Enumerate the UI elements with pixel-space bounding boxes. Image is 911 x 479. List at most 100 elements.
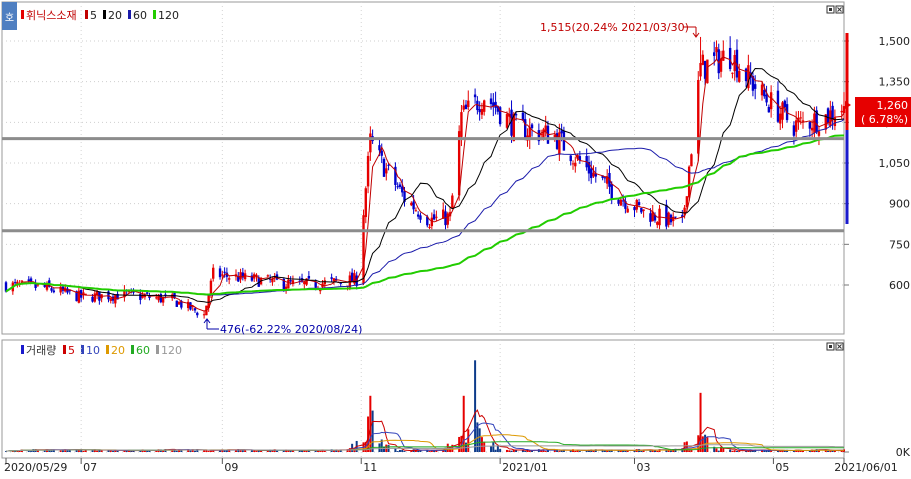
candle-body xyxy=(91,296,94,302)
high-annotation-label: 1,515(20.24% 2021/03/30) xyxy=(540,21,689,34)
legend-label-ma60: 60 xyxy=(133,9,147,22)
volume-bar xyxy=(733,450,736,452)
candle-body xyxy=(842,106,846,114)
candle-body xyxy=(731,72,734,74)
candle-body xyxy=(410,202,413,206)
candle-body xyxy=(656,222,659,225)
candle-body xyxy=(196,312,199,316)
candle-body xyxy=(66,288,69,293)
volume-bar xyxy=(467,429,470,452)
candle-body xyxy=(817,131,821,136)
volume-bar xyxy=(560,450,563,452)
candle-body xyxy=(826,108,830,124)
volume-bar xyxy=(729,449,732,452)
candle-body xyxy=(193,308,197,311)
volume-bar xyxy=(688,450,691,452)
volume-bar xyxy=(735,450,738,452)
volume-bar xyxy=(524,451,527,452)
volume-bar xyxy=(505,449,508,452)
candle-body xyxy=(380,150,383,156)
candle-body xyxy=(287,279,290,289)
candle-body xyxy=(603,177,607,179)
legend-label-vma20: 20 xyxy=(111,344,125,357)
y-tick-label: 1,350 xyxy=(879,76,911,89)
candle-body xyxy=(489,98,493,105)
volume-title: 거래량 xyxy=(26,344,56,357)
candle-body xyxy=(462,105,465,110)
x-tick-label: 03 xyxy=(637,461,651,474)
volume-bar xyxy=(827,450,830,452)
volume-bar xyxy=(578,451,581,452)
candle-body xyxy=(505,114,509,128)
candle-body xyxy=(332,278,336,282)
candle-body xyxy=(52,290,56,293)
candle-body xyxy=(781,102,784,120)
candle-body xyxy=(109,298,112,301)
y-tick-label: 0K xyxy=(896,446,911,459)
volume-bar xyxy=(738,451,741,452)
candle-body xyxy=(530,124,534,129)
volume-bar xyxy=(776,450,779,452)
candle-body xyxy=(378,145,381,151)
volume-bar xyxy=(91,450,94,452)
candle-body xyxy=(783,100,786,108)
candle-body xyxy=(442,209,445,219)
volume-bar xyxy=(371,410,374,452)
volume-bar xyxy=(508,450,511,452)
volume-bar xyxy=(483,441,486,452)
volume-bar xyxy=(59,450,62,452)
volume-bar xyxy=(715,448,718,452)
volume-bar xyxy=(209,450,212,452)
x-tick-label: 07 xyxy=(83,461,97,474)
candle-body xyxy=(480,109,484,115)
volume-bar xyxy=(544,451,547,452)
volume-bar xyxy=(127,451,130,452)
x-tick-label: 2021/06/01 xyxy=(834,461,897,474)
candle-body xyxy=(514,114,518,116)
volume-bar xyxy=(462,395,465,452)
candle-body xyxy=(753,84,757,89)
candle-body xyxy=(13,282,17,284)
y-tick-label: 600 xyxy=(889,279,910,292)
candle-body xyxy=(728,47,732,70)
candle-body xyxy=(687,166,691,198)
candle-body xyxy=(713,52,716,56)
candle-body xyxy=(428,226,431,228)
candle-body xyxy=(364,188,367,218)
candle-body xyxy=(592,172,595,177)
candle-body xyxy=(114,295,117,304)
candle-body xyxy=(209,280,213,294)
candle-body xyxy=(722,50,725,61)
candle-body xyxy=(794,120,798,132)
volume-bar xyxy=(779,450,782,452)
volume-bar xyxy=(287,450,290,452)
candle-body xyxy=(701,54,705,65)
candle-body xyxy=(674,216,677,218)
volume-bar xyxy=(494,449,497,452)
candle-body xyxy=(50,288,53,291)
candle-body xyxy=(212,267,215,279)
candle-body xyxy=(145,292,149,294)
legend-swatch-ma20 xyxy=(103,10,106,19)
candle-body xyxy=(155,297,158,299)
volume-bar xyxy=(398,449,401,452)
candle-body xyxy=(619,199,623,206)
legend-label-ma20: 20 xyxy=(108,9,122,22)
candle-body xyxy=(637,202,641,206)
candle-body xyxy=(738,71,741,82)
candle-body xyxy=(330,277,333,279)
candle-body xyxy=(446,213,449,225)
candle-body xyxy=(765,94,768,103)
candle-body xyxy=(29,278,33,282)
candle-body xyxy=(339,282,342,284)
candle-body xyxy=(810,127,814,131)
candle-body xyxy=(451,195,454,208)
volume-bar xyxy=(624,450,627,452)
volume-bar xyxy=(250,450,253,452)
candle-body xyxy=(218,268,222,278)
candle-body xyxy=(799,117,802,119)
legend-swatch-ma5 xyxy=(85,10,88,19)
volume-bar xyxy=(831,450,834,452)
candle-body xyxy=(385,168,388,174)
y-tick-label: 1,500 xyxy=(879,35,911,48)
